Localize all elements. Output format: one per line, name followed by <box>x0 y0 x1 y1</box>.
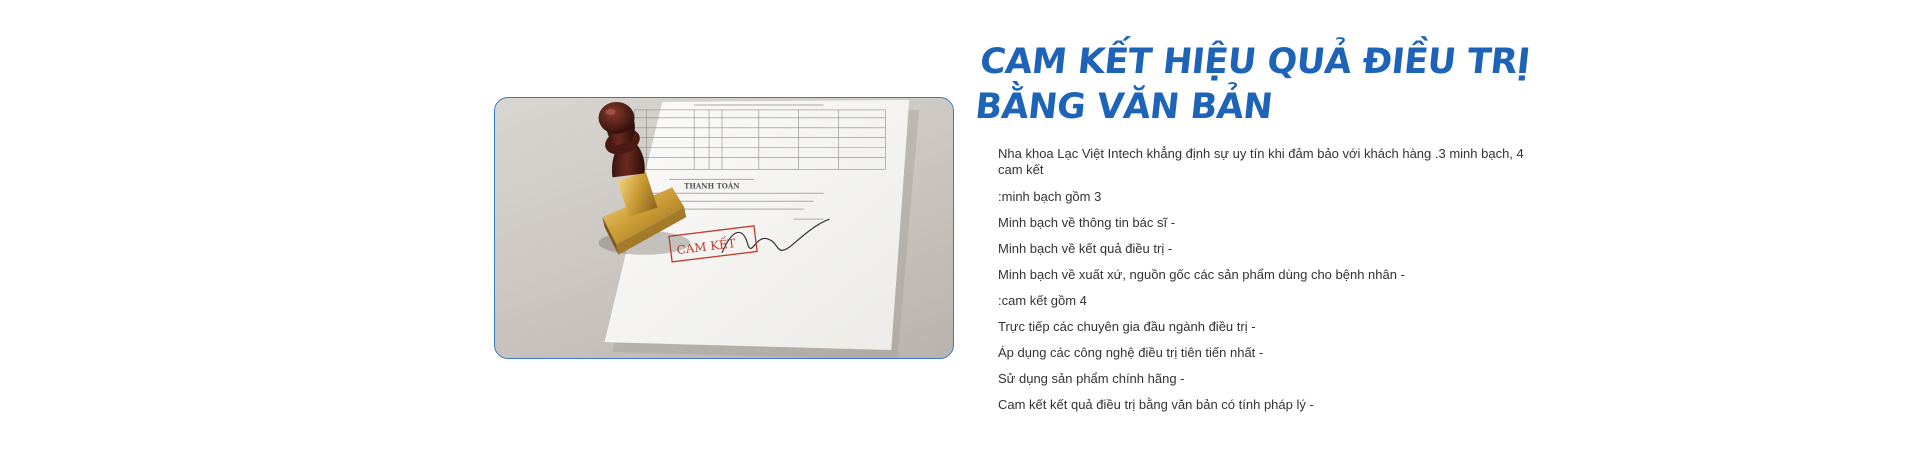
list-item: Sử dụng sản phẩm chính hãng - <box>998 371 1185 386</box>
commitment-section: CAM KẾT HIỆU QUẢ ĐIỀU TRỊ BẰNG VĂN BẢN N… <box>973 40 1533 423</box>
commitment-list: Nha khoa Lạc Việt Intech khẳng định sự u… <box>973 146 1533 413</box>
list-item: Minh bạch về xuất xứ, nguồn gốc các sản … <box>998 267 1405 282</box>
list-item: Minh bạch về kết quả điều trị - <box>998 241 1173 256</box>
commitment-document-image: THANH TOÁN CAM KẾT <box>494 97 954 359</box>
list-item: Trực tiếp các chuyên gia đầu ngành điều … <box>998 319 1256 334</box>
list-item: Áp dụng các công nghệ điều trị tiên tiến… <box>998 345 1264 360</box>
intro-text: Nha khoa Lạc Việt Intech khẳng định sự u… <box>998 146 1524 177</box>
list-item: Cam kết kết quả điều trị bằng văn bản có… <box>998 397 1314 412</box>
document-heading: THANH TOÁN <box>684 181 740 190</box>
commitment-heading: :cam kết gồm 4 <box>998 293 1087 308</box>
transparency-heading: :minh bạch gồm 3 <box>998 189 1102 204</box>
stamp-document-illustration: THANH TOÁN CAM KẾT <box>598 99 920 358</box>
list-item: Minh bạch về thông tin bác sĩ - <box>998 215 1176 230</box>
section-title: CAM KẾT HIỆU QUẢ ĐIỀU TRỊ BẰNG VĂN BẢN <box>973 42 1532 127</box>
